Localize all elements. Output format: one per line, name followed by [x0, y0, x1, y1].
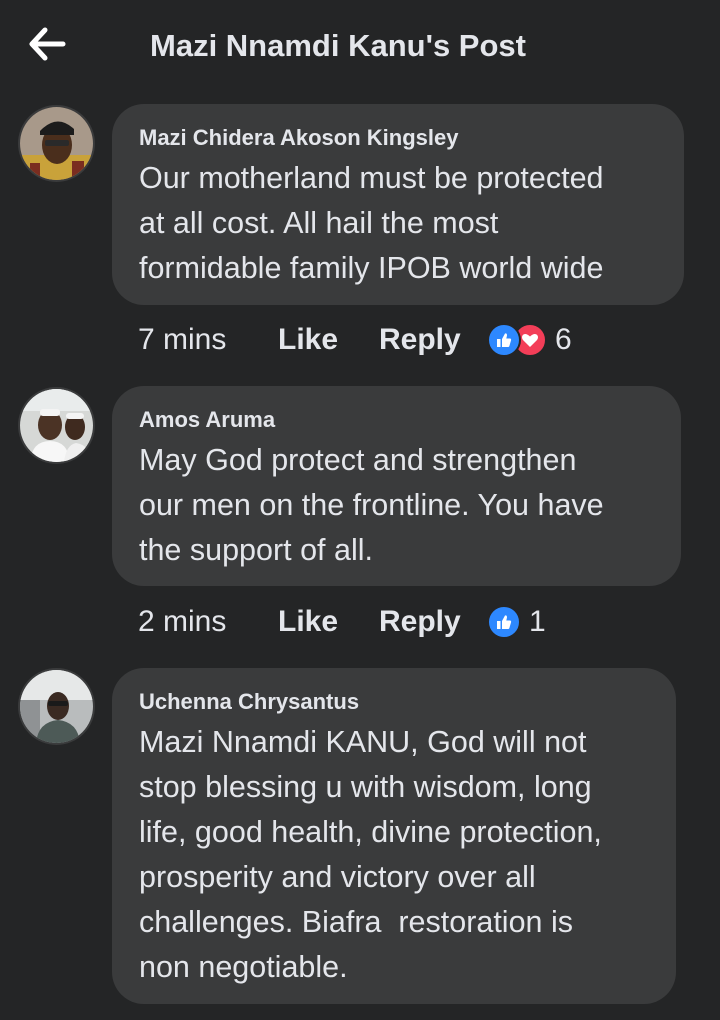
comment-bubble: Uchenna Chrysantus Mazi Nnamdi KANU, God… — [112, 668, 676, 1004]
comment-line: non negotiable. — [139, 950, 348, 984]
avatar[interactable] — [18, 387, 95, 464]
like-button[interactable]: Like — [278, 605, 379, 639]
comment-bubble: Amos Aruma May God protect and strengthe… — [112, 386, 681, 586]
comment-author[interactable]: Uchenna Chrysantus — [139, 688, 650, 716]
comment-line: stop blessing u with wisdom, long — [139, 770, 592, 804]
comment-timestamp[interactable]: 7 mins — [138, 323, 278, 357]
comment-actions: 7 mins Like Reply 6 — [138, 320, 572, 360]
back-button[interactable] — [22, 22, 72, 66]
thumbs-up-icon — [487, 605, 521, 639]
comment-line: Mazi Nnamdi KANU, God will not — [139, 725, 587, 759]
comment-timestamp[interactable]: 2 mins — [138, 605, 278, 639]
reaction-count: 6 — [555, 323, 572, 356]
comment-line: prosperity and victory over all — [139, 860, 536, 894]
avatar[interactable] — [18, 668, 95, 745]
comment-line: formidable family IPOB world wide — [139, 251, 604, 285]
top-bar: Mazi Nnamdi Kanu's Post — [0, 0, 720, 96]
like-button[interactable]: Like — [278, 323, 379, 357]
page-title: Mazi Nnamdi Kanu's Post — [150, 28, 526, 63]
reply-button[interactable]: Reply — [379, 605, 487, 639]
comment-line: Our motherland must be protected — [139, 161, 604, 195]
thumbs-up-icon — [487, 323, 521, 357]
comment-actions: 2 mins Like Reply 1 — [138, 602, 546, 642]
comment-text: Mazi Nnamdi KANU, God will not stop bles… — [139, 720, 650, 990]
arrow-left-icon — [29, 27, 66, 61]
comment-text: May God protect and strengthen our men o… — [139, 438, 655, 573]
comment-author[interactable]: Amos Aruma — [139, 406, 655, 434]
comment-line: the support of all. — [139, 533, 373, 567]
reactions-summary[interactable]: 1 — [487, 605, 546, 639]
comment-line: our men on the frontline. You have — [139, 488, 604, 522]
reaction-count: 1 — [529, 605, 546, 638]
avatar[interactable] — [18, 105, 95, 182]
reply-button[interactable]: Reply — [379, 323, 487, 357]
comment-line: May God protect and strengthen — [139, 443, 577, 477]
comment-author[interactable]: Mazi Chidera Akoson Kingsley — [139, 124, 658, 152]
comment-line: challenges. Biafra restoration is — [139, 905, 573, 939]
comment-line: life, good health, divine protection, — [139, 815, 602, 849]
comment-bubble: Mazi Chidera Akoson Kingsley Our motherl… — [112, 104, 684, 305]
comment-line: at all cost. All hail the most — [139, 206, 499, 240]
reactions-summary[interactable]: 6 — [487, 323, 572, 357]
comment-text: Our motherland must be protected at all … — [139, 156, 658, 291]
